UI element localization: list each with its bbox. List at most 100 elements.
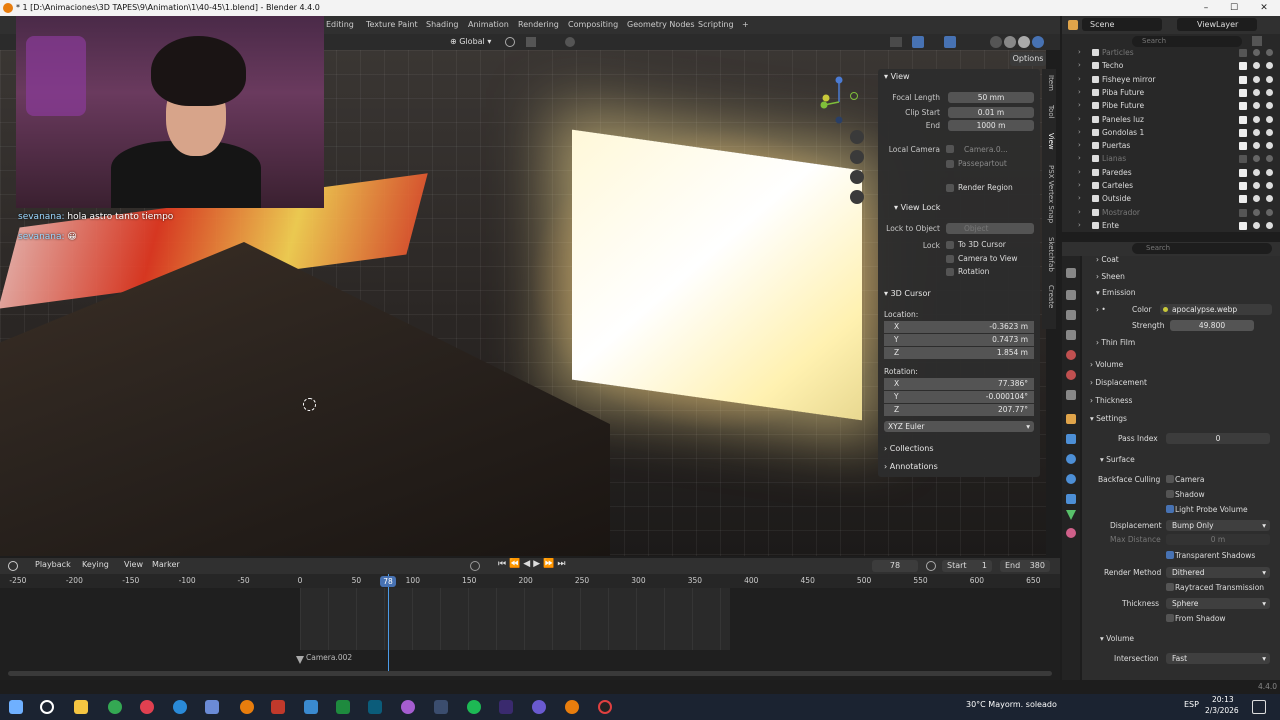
- thin-film-section[interactable]: › Thin Film: [1096, 338, 1135, 347]
- collection-name[interactable]: Pibe Future: [1102, 99, 1144, 112]
- exclude-checkbox[interactable]: [1239, 155, 1247, 164]
- obs-icon[interactable]: [598, 700, 612, 714]
- object-tab-icon[interactable]: [1066, 414, 1076, 424]
- 3d-cursor-icon[interactable]: [303, 398, 316, 411]
- transparent-shadows-checkbox[interactable]: [1166, 551, 1174, 559]
- particles-tab-icon[interactable]: [1066, 454, 1076, 464]
- collection-name[interactable]: Lianas: [1102, 152, 1126, 165]
- opera-icon[interactable]: [140, 700, 154, 714]
- from-shadow-checkbox[interactable]: [1166, 614, 1174, 622]
- exclude-checkbox[interactable]: [1239, 102, 1247, 111]
- tab-geometry-nodes[interactable]: Geometry Nodes: [623, 16, 698, 34]
- camera-render-icon[interactable]: [1266, 155, 1273, 163]
- outliner-row[interactable]: › Lianas: [1062, 152, 1280, 165]
- keying-menu[interactable]: Keying: [82, 560, 109, 569]
- app-icon[interactable]: [434, 700, 448, 714]
- tab-tool[interactable]: Tool: [1043, 105, 1055, 119]
- rotation-mode-dropdown[interactable]: XYZ Euler ▾: [884, 421, 1034, 432]
- exclude-checkbox[interactable]: [1239, 62, 1247, 71]
- collection-name[interactable]: Fisheye mirror: [1102, 73, 1156, 86]
- camera-to-view-checkbox[interactable]: [946, 255, 954, 263]
- raytraced-transmission-checkbox[interactable]: [1166, 583, 1174, 591]
- start-frame-field[interactable]: Start 1: [942, 560, 992, 572]
- collection-name[interactable]: Ente: [1102, 219, 1119, 232]
- expand-arrow-icon[interactable]: ›: [1078, 139, 1081, 152]
- physics-tab-icon[interactable]: [1066, 474, 1076, 484]
- tab-view[interactable]: View: [1043, 133, 1055, 150]
- auto-keying-icon[interactable]: [470, 561, 480, 571]
- outliner-row[interactable]: › Puertas: [1062, 139, 1280, 152]
- exclude-checkbox[interactable]: [1239, 49, 1247, 57]
- outliner-row[interactable]: › Fisheye mirror: [1062, 73, 1280, 86]
- sheen-section[interactable]: › Sheen: [1096, 272, 1125, 281]
- timeline-scrollbar[interactable]: [8, 671, 1052, 676]
- expand-arrow-icon[interactable]: ›: [1078, 99, 1081, 112]
- properties-search-input[interactable]: Search: [1132, 243, 1272, 254]
- expand-arrow-icon[interactable]: ›: [1078, 113, 1081, 126]
- collection-name[interactable]: Paneles luz: [1102, 113, 1144, 126]
- emission-section[interactable]: ▾ Emission: [1096, 288, 1136, 297]
- collection-tab-icon[interactable]: [1066, 390, 1076, 400]
- exclude-checkbox[interactable]: [1239, 88, 1247, 97]
- collection-name[interactable]: Paredes: [1102, 166, 1132, 179]
- local-camera-field[interactable]: Camera.0...: [964, 145, 1008, 154]
- camera-render-icon[interactable]: [1266, 195, 1273, 203]
- clock-date[interactable]: 2/3/2026: [1205, 706, 1239, 715]
- cursor-z-field[interactable]: Z 1.854 m: [884, 347, 1034, 359]
- cursor-rot-z-field[interactable]: Z 207.77°: [884, 404, 1034, 416]
- data-tab-icon[interactable]: [1066, 510, 1076, 520]
- add-workspace-button[interactable]: +: [738, 16, 753, 34]
- playback-controls[interactable]: ⏮⏪◀▶⏩⏭: [498, 559, 568, 569]
- end-frame-field[interactable]: End 380: [1000, 560, 1050, 572]
- notifications-icon[interactable]: [1252, 700, 1266, 714]
- spotify-icon[interactable]: [467, 700, 481, 714]
- proportional-edit-icon[interactable]: [565, 37, 575, 47]
- cursor-rot-x-field[interactable]: X 77.386°: [884, 378, 1034, 390]
- camera-render-icon[interactable]: [1266, 102, 1273, 110]
- tool-tab-icon[interactable]: [1066, 268, 1076, 278]
- eye-icon[interactable]: [1253, 62, 1260, 70]
- exclude-checkbox[interactable]: [1239, 115, 1247, 124]
- cursor-x-field[interactable]: X -0.3623 m: [884, 321, 1034, 333]
- expand-arrow-icon[interactable]: ›: [1078, 46, 1081, 59]
- passepartout-checkbox[interactable]: [946, 160, 954, 168]
- expand-arrow-icon[interactable]: ›: [1078, 206, 1081, 219]
- tab-texture-paint[interactable]: Texture Paint: [362, 16, 422, 34]
- annotations-header[interactable]: › Annotations: [878, 460, 938, 474]
- expand-arrow-icon[interactable]: ›: [1078, 126, 1081, 139]
- after-effects-icon[interactable]: [499, 700, 513, 714]
- focal-length-field[interactable]: 50 mm: [948, 92, 1034, 103]
- chrome-icon[interactable]: [108, 700, 122, 714]
- render-region-checkbox[interactable]: [946, 184, 954, 192]
- eye-icon[interactable]: [1253, 221, 1260, 229]
- emission-color-field[interactable]: apocalypse.webp: [1160, 304, 1272, 315]
- tab-rendering[interactable]: Rendering: [514, 16, 563, 34]
- eye-icon[interactable]: [1253, 168, 1260, 176]
- camera-render-icon[interactable]: [1266, 142, 1273, 150]
- playhead-frame-label[interactable]: 78: [380, 576, 396, 587]
- eye-icon[interactable]: [1253, 182, 1260, 189]
- pan-hand-icon[interactable]: [850, 150, 864, 164]
- camera-render-icon[interactable]: [1266, 221, 1273, 229]
- pycharm-icon[interactable]: [336, 700, 350, 714]
- displacement-section[interactable]: › Displacement: [1090, 378, 1147, 387]
- filter-icon[interactable]: [1252, 36, 1262, 46]
- eye-icon[interactable]: [1253, 128, 1260, 136]
- outliner-row[interactable]: › Paredes: [1062, 166, 1280, 179]
- camera-render-icon[interactable]: [1266, 62, 1273, 70]
- view-panel-header[interactable]: ▾ View: [878, 70, 910, 84]
- wireframe-shading-icon[interactable]: [990, 36, 1002, 48]
- outliner-row[interactable]: › Paneles luz: [1062, 113, 1280, 126]
- camera-render-icon[interactable]: [1266, 115, 1273, 123]
- exclude-checkbox[interactable]: [1239, 168, 1247, 177]
- expand-arrow-icon[interactable]: ›: [1078, 59, 1081, 72]
- camera-render-icon[interactable]: [1266, 168, 1273, 176]
- thickness-dropdown[interactable]: Sphere ▾: [1166, 598, 1270, 609]
- coat-section[interactable]: › Coat: [1096, 255, 1119, 264]
- current-frame-field[interactable]: 78: [872, 560, 918, 572]
- surface-section[interactable]: ▾ Surface: [1100, 455, 1135, 464]
- outliner-row[interactable]: › Particles: [1062, 46, 1280, 59]
- clock-time[interactable]: 20:13: [1212, 695, 1234, 704]
- collection-name[interactable]: Carteles: [1102, 179, 1133, 192]
- tab-editing[interactable]: Editing: [322, 16, 358, 34]
